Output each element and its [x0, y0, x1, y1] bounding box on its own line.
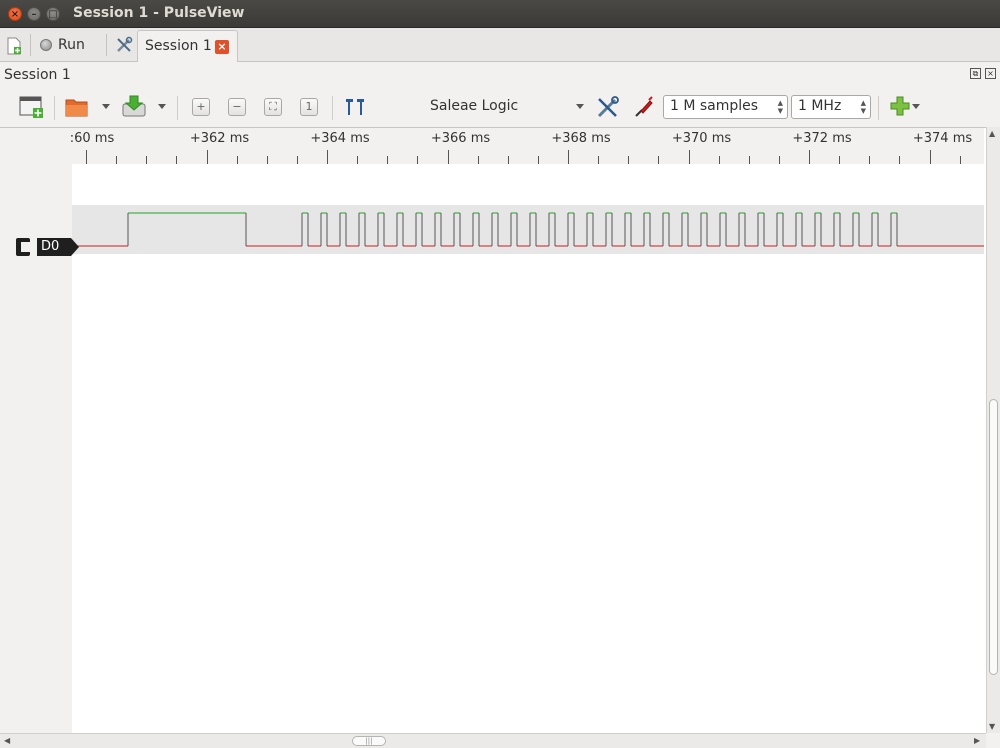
vertical-scrollbar[interactable]: ▲ ▼ [986, 127, 1000, 733]
tab-session-1[interactable]: Session 1 × [137, 30, 238, 62]
run-indicator-icon [40, 39, 52, 51]
sample-rate-input[interactable]: 1 MHz ▲ ▼ [791, 95, 871, 119]
add-dropdown-icon[interactable] [912, 104, 920, 109]
dock-controls: ⧉ × [970, 68, 996, 79]
settings-tools-icon[interactable] [115, 36, 133, 54]
tab-label: Session 1 [145, 38, 212, 54]
dock-float-icon[interactable]: ⧉ [970, 68, 981, 79]
sample-count-value: 1 M samples [670, 98, 759, 114]
open-dropdown-icon[interactable] [102, 104, 110, 109]
horizontal-scroll-thumb[interactable]: ||| [352, 736, 386, 746]
toolbar-separator [878, 96, 879, 120]
device-config-icon[interactable] [596, 95, 620, 119]
sample-count-stepper-icon[interactable]: ▲ ▼ [778, 99, 783, 115]
channel-drag-handle-icon[interactable] [16, 238, 30, 256]
new-session-icon[interactable] [6, 37, 22, 55]
add-decoder-icon[interactable] [889, 95, 913, 119]
window-maximize-button[interactable]: □ [46, 7, 60, 21]
toolbar-separator [332, 96, 333, 120]
scroll-up-icon[interactable]: ▲ [989, 129, 995, 138]
toolbar-separator [177, 96, 178, 120]
session-tabbar: Run Session 1 × [0, 28, 1000, 62]
vertical-scroll-thumb[interactable] [989, 399, 998, 675]
device-dropdown-icon[interactable] [576, 104, 584, 109]
session-title: Session 1 [4, 67, 71, 83]
dock-close-icon[interactable]: × [985, 68, 996, 79]
save-download-icon[interactable] [122, 95, 146, 119]
tabbar-separator [30, 34, 31, 56]
sample-count-input[interactable]: 1 M samples ▲ ▼ [663, 95, 788, 119]
open-file-icon[interactable] [65, 95, 89, 119]
device-selector[interactable]: Saleae Logic [430, 98, 518, 114]
scroll-down-icon[interactable]: ▼ [989, 722, 995, 731]
zoom-in-icon[interactable]: + [192, 98, 210, 116]
window-minimize-button[interactable]: – [27, 7, 41, 21]
toolbar-separator [54, 96, 55, 120]
trace-viewport[interactable]: :60 ms +362 ms +364 ms +366 ms +368 ms +370 m… [0, 127, 986, 734]
run-label: Run [58, 37, 85, 53]
probe-icon[interactable] [632, 95, 656, 119]
zoom-one-to-one-icon[interactable]: 1 [300, 98, 318, 116]
window-title: Session 1 - PulseView [73, 5, 245, 21]
window-close-button[interactable]: × [8, 7, 22, 21]
tab-close-icon[interactable]: × [215, 40, 229, 54]
scroll-right-icon[interactable]: ▶ [974, 736, 980, 745]
cursors-icon[interactable] [344, 95, 368, 119]
run-button[interactable]: Run [40, 34, 85, 56]
main-toolbar: + − ⛶ 1 Saleae Logic 1 M samples ▲ ▼ 1 MH… [0, 88, 1000, 126]
tabbar-separator [106, 34, 107, 56]
window-titlebar: × – □ Session 1 - PulseView [0, 0, 1000, 28]
save-dropdown-icon[interactable] [158, 104, 166, 109]
new-view-icon[interactable] [19, 95, 43, 119]
horizontal-scrollbar[interactable]: ◀ ||| ▶ [0, 733, 986, 748]
sample-rate-stepper-icon[interactable]: ▲ ▼ [861, 99, 866, 115]
channel-d0-waveform [72, 212, 984, 247]
sample-rate-value: 1 MHz [798, 98, 842, 114]
zoom-out-icon[interactable]: − [228, 98, 246, 116]
zoom-fit-icon[interactable]: ⛶ [264, 98, 282, 116]
scroll-left-icon[interactable]: ◀ [4, 736, 10, 745]
channel-name: D0 [37, 238, 79, 256]
